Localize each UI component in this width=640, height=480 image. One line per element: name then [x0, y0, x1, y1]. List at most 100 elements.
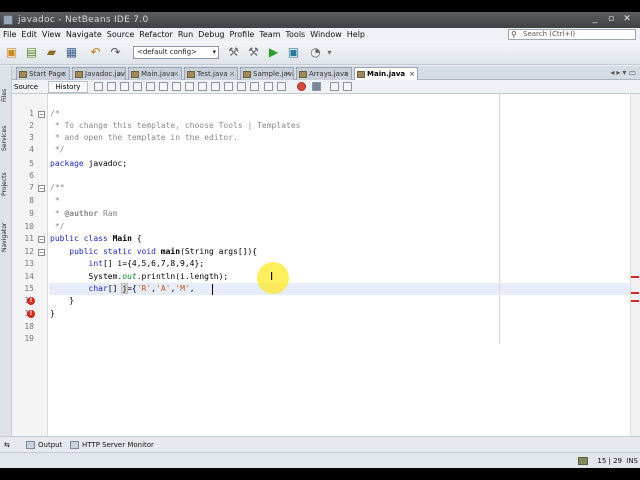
editor-tab[interactable]: Start Page × [16, 67, 70, 80]
tab-navigation-icons[interactable]: ◂▸▾▭ [610, 68, 638, 77]
uncomment-icon[interactable] [211, 82, 220, 91]
http-monitor-tab[interactable]: HTTP Server Monitor [70, 440, 154, 450]
debug-icon[interactable]: ▣ [286, 45, 301, 60]
menu-source[interactable]: Source [104, 28, 136, 41]
bookmark-icon[interactable] [224, 82, 233, 91]
output-panel-bar: ⇆ Output HTTP Server Monitor [0, 436, 640, 452]
menu-window[interactable]: Window [307, 28, 344, 41]
build-icon[interactable]: ⚒ [226, 45, 241, 60]
code-line-5: package javadoc; [50, 159, 128, 168]
menu-help[interactable]: Help [344, 28, 367, 41]
close-icon[interactable]: × [173, 68, 179, 80]
menu-team[interactable]: Team [256, 28, 282, 41]
text-caret [212, 284, 213, 295]
prev-bookmark-icon[interactable] [250, 82, 259, 91]
error-icon[interactable]: ! [27, 310, 35, 318]
toggle-highlight-icon[interactable] [159, 82, 168, 91]
menu-run[interactable]: Run [175, 28, 195, 41]
profile-icon[interactable]: ◔ [308, 45, 323, 60]
side-panel-strip: Files Services Projects Navigator [0, 66, 12, 436]
code-line-14: System.out.println(i.length); [50, 272, 229, 281]
config-select[interactable]: <default config> ▾ [133, 46, 219, 59]
monitor-icon [70, 441, 79, 449]
tasks-icon[interactable] [578, 457, 588, 465]
tab-source[interactable]: Source [14, 81, 38, 93]
close-icon[interactable]: × [229, 68, 235, 80]
format-icon[interactable] [264, 82, 273, 91]
sidebar-tab-services[interactable]: Services [1, 120, 11, 156]
error-icon[interactable]: ! [27, 297, 35, 305]
comment-icon[interactable] [198, 82, 207, 91]
find-next-icon[interactable] [146, 82, 155, 91]
menu-view[interactable]: View [39, 28, 63, 41]
code-line-3: * and open the template in the editor. [50, 133, 238, 142]
stop-macro-icon[interactable] [312, 82, 321, 91]
sidebar-tab-files[interactable]: Files [1, 80, 11, 110]
sidebar-tab-navigator[interactable]: Navigator [1, 216, 11, 258]
shift-right-icon[interactable] [185, 82, 194, 91]
line-number: 15 [24, 284, 34, 293]
tab-history[interactable]: History [48, 81, 88, 93]
fold-toggle[interactable]: − [38, 249, 45, 256]
close-icon[interactable]: × [343, 68, 349, 80]
history-icon[interactable] [343, 82, 352, 91]
editor-tab[interactable]: Main.java × [128, 67, 182, 80]
forward-icon[interactable] [107, 82, 116, 91]
menu-tools[interactable]: Tools [283, 28, 308, 41]
code-line-9: * @author Ram [50, 209, 118, 218]
code-editor[interactable]: 1 2 3 4 5 6 7 8 9 10 11 12 13 14 15 16 1… [12, 94, 640, 436]
profile-menu-icon[interactable]: ▾ [322, 45, 337, 60]
redo-icon[interactable]: ↷ [108, 45, 123, 60]
close-icon[interactable]: × [285, 68, 291, 80]
fold-toggle[interactable]: − [38, 111, 45, 118]
run-icon[interactable]: ▶ [266, 45, 281, 60]
close-icon[interactable]: × [117, 68, 123, 80]
editor-tab[interactable]: Javadoc.java × [72, 67, 126, 80]
maximize-button[interactable]: ▫ [604, 15, 618, 25]
close-icon[interactable]: × [409, 68, 415, 80]
fold-toggle[interactable]: − [38, 236, 45, 243]
menu-refactor[interactable]: Refactor [136, 28, 175, 41]
close-icon[interactable]: × [61, 68, 67, 80]
minimize-button[interactable]: _ [588, 15, 602, 25]
find-prev-icon[interactable] [133, 82, 142, 91]
menu-navigate[interactable]: Navigate [63, 28, 104, 41]
line-number: 14 [24, 272, 34, 281]
next-bookmark-icon[interactable] [237, 82, 246, 91]
shift-left-icon[interactable] [172, 82, 181, 91]
editor-tab[interactable]: Test.java × [184, 67, 238, 80]
fold-toggle[interactable]: − [38, 185, 45, 192]
diff-icon[interactable] [330, 82, 339, 91]
undo-icon[interactable]: ↶ [88, 45, 103, 60]
menu-file[interactable]: File [0, 28, 18, 41]
clean-build-icon[interactable]: ⚒ [246, 45, 261, 60]
editor-toolbar: Source History [12, 80, 640, 94]
search-input[interactable]: ⚲ Search (Ctrl+I) [508, 29, 636, 40]
editor-tab[interactable]: Arrays.java × [296, 67, 352, 80]
back-icon[interactable] [94, 82, 103, 91]
error-stripe-mark[interactable] [631, 276, 639, 278]
error-stripe-mark[interactable] [631, 300, 639, 302]
error-stripe[interactable] [630, 94, 640, 436]
line-number-gutter: 1 2 3 4 5 6 7 8 9 10 11 12 13 14 15 16 1… [12, 94, 48, 436]
editor-tab[interactable]: Sample.java × [240, 67, 294, 80]
new-file-icon[interactable]: ▤ [24, 45, 39, 60]
menu-edit[interactable]: Edit [18, 28, 39, 41]
sidebar-tab-projects[interactable]: Projects [1, 166, 11, 202]
close-button[interactable]: ✕ [620, 15, 634, 25]
find-icon[interactable] [120, 82, 129, 91]
right-margin-guide [499, 94, 500, 344]
file-icon [75, 71, 83, 78]
error-stripe-mark[interactable] [631, 292, 639, 294]
status-bar: 15 | 29 INS [0, 452, 640, 468]
save-all-icon[interactable]: ▦ [64, 45, 79, 60]
new-project-icon[interactable]: ▣ [4, 45, 19, 60]
panel-switch-icon[interactable]: ⇆ [4, 437, 10, 453]
menu-debug[interactable]: Debug [195, 28, 226, 41]
output-tab[interactable]: Output [26, 440, 62, 450]
open-project-icon[interactable]: ▰ [44, 45, 59, 60]
record-macro-icon[interactable] [297, 82, 306, 91]
editor-tab-active[interactable]: Main.java × [354, 67, 418, 80]
macro-icon[interactable] [277, 82, 286, 91]
menu-profile[interactable]: Profile [226, 28, 256, 41]
